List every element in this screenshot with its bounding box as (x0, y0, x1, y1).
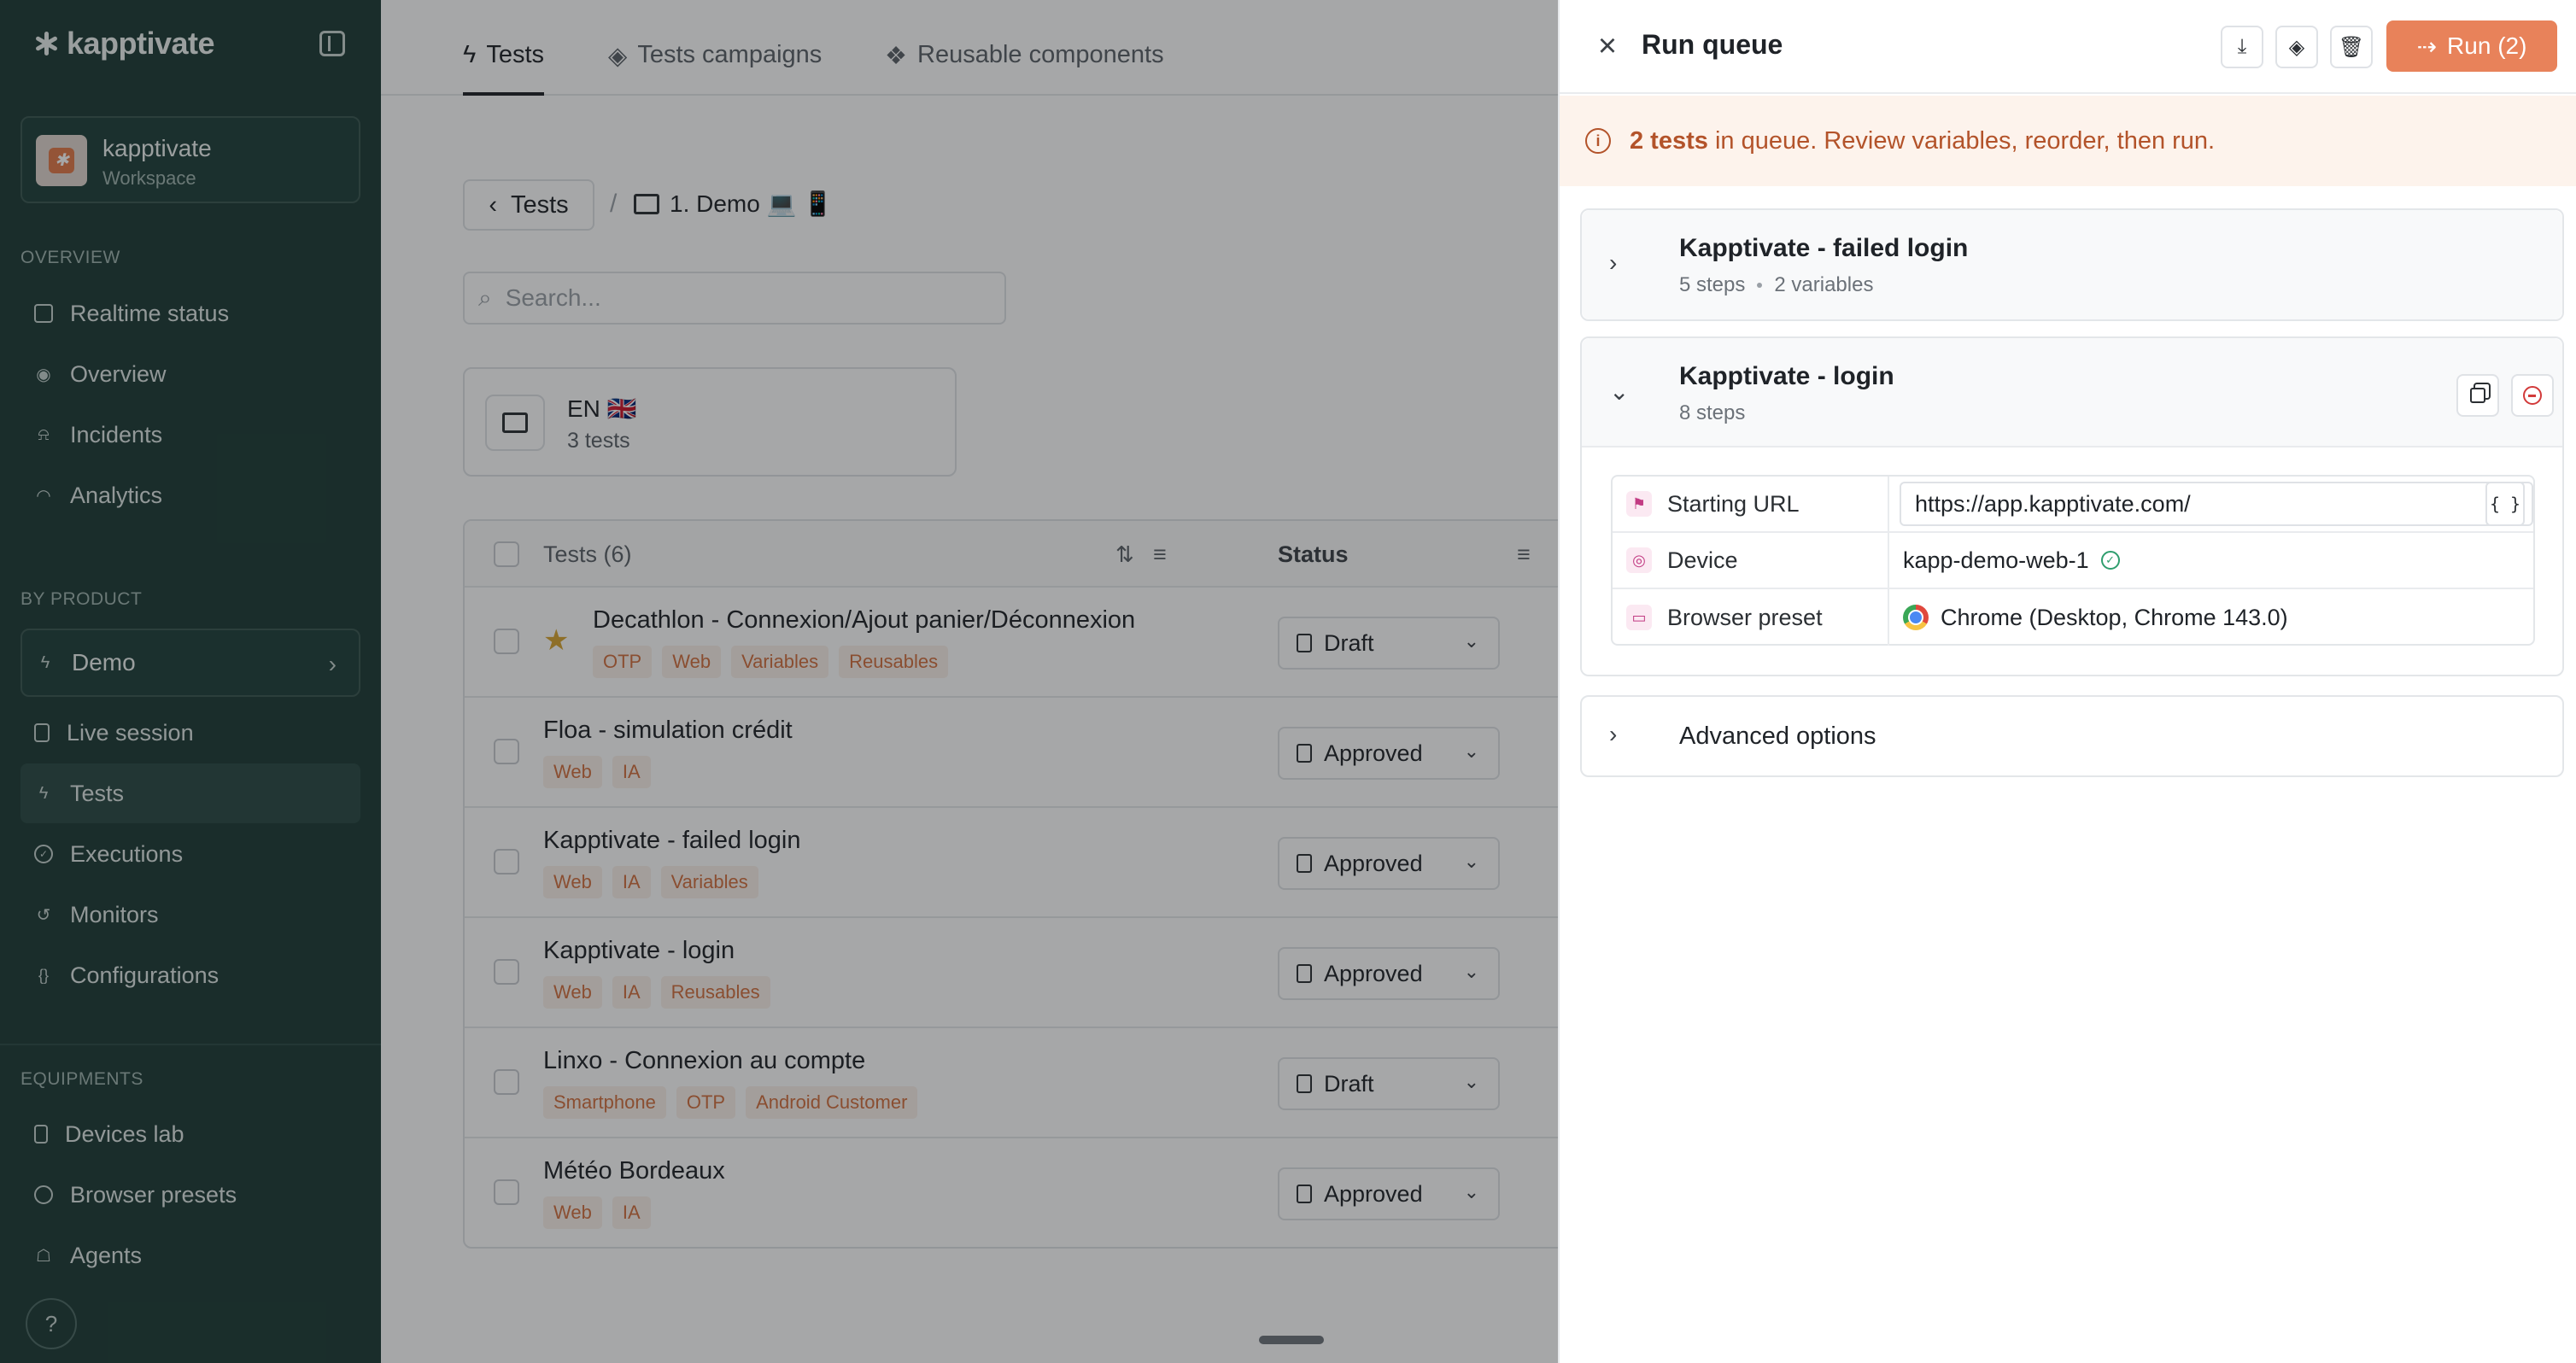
download-icon: ⤓ (2237, 35, 2247, 58)
run-queue-panel: × Run queue ⤓ ◈ 🗑 ⇢ Run (2) i 2 tests in… (1558, 0, 2576, 1363)
trash-icon: 🗑 (2338, 35, 2365, 59)
queue-item-meta: 5 steps 2 variables (1679, 273, 1873, 297)
duplicate-button[interactable] (2456, 374, 2499, 417)
separator-dot (1757, 283, 1763, 288)
check-circle-icon: ✓ (2100, 551, 2120, 570)
banner-count: 2 tests (1630, 126, 1708, 155)
variable-label-cell: ▭ Browser preset (1613, 589, 1889, 646)
globe-icon: ◎ (1626, 547, 1652, 573)
copy-icon (2470, 388, 2485, 403)
variable-row: ▭ Browser preset Chrome (Desktop, Chrome… (1613, 589, 2533, 646)
chevron-right-icon: › (1609, 721, 1618, 747)
monitor-icon: ▭ (1626, 605, 1652, 630)
modal-overlay[interactable] (0, 0, 1558, 1363)
variable-label: Browser preset (1667, 604, 1823, 630)
browser-preset-value: Chrome (Desktop, Chrome 143.0) (1941, 604, 2288, 630)
clear-queue-button[interactable]: 🗑 (2330, 26, 2373, 68)
chevron-right-icon[interactable]: › (1609, 249, 1617, 277)
variable-count: 2 variables (1774, 273, 1874, 296)
drag-handle[interactable] (1259, 1336, 1324, 1344)
step-count: 8 steps (1679, 401, 1746, 424)
step-count: 5 steps (1679, 273, 1746, 296)
variable-label-cell: ⚑ Starting URL (1613, 477, 1889, 531)
variables-table: ⚑ Starting URL https://app.kapptivate.co… (1611, 475, 2535, 646)
run-button[interactable]: ⇢ Run (2) (2386, 20, 2557, 72)
panel-title: Run queue (1642, 29, 1783, 60)
queue-item-title: Kapptivate - login (1679, 362, 1894, 390)
run-button-label: Run (2) (2447, 32, 2527, 59)
queue-item-header[interactable]: › Kapptivate - failed login 5 steps 2 va… (1582, 210, 2562, 319)
queue-item-header[interactable]: ⌄ Kapptivate - login 8 steps (1582, 338, 2562, 448)
info-icon: i (1585, 128, 1611, 154)
banner-text: 2 tests in queue. Review variables, reor… (1630, 127, 2215, 155)
variable-row: ⚑ Starting URL https://app.kapptivate.co… (1613, 477, 2533, 533)
run-icon: ⇢ (2416, 32, 2438, 60)
queue-item[interactable]: › Kapptivate - failed login 5 steps 2 va… (1580, 208, 2564, 321)
panel-header: × Run queue ⤓ ◈ 🗑 ⇢ Run (2) (1560, 0, 2576, 94)
minus-circle-icon (2523, 386, 2542, 405)
insert-variable-button[interactable]: { } (2485, 482, 2525, 526)
browser-preset-select[interactable]: Chrome (Desktop, Chrome 143.0) (1889, 589, 2533, 646)
variable-label: Device (1667, 547, 1738, 573)
layers-icon: ◈ (2288, 35, 2305, 59)
device-select[interactable]: kapp-demo-web-1 ✓ (1889, 533, 2533, 588)
layers-button[interactable]: ◈ (2275, 26, 2318, 68)
queue-item-meta: 8 steps (1679, 401, 1745, 425)
device-value: kapp-demo-web-1 (1903, 547, 2089, 573)
starting-url-input[interactable]: https://app.kapptivate.com/ (1900, 482, 2533, 526)
queue-info-banner: i 2 tests in queue. Review variables, re… (1560, 96, 2576, 186)
variable-row: ◎ Device kapp-demo-web-1 ✓ (1613, 533, 2533, 589)
chrome-icon (1903, 605, 1929, 630)
flag-icon: ⚑ (1626, 491, 1652, 517)
chevron-down-icon[interactable]: ⌄ (1609, 377, 1629, 406)
banner-message: in queue. Review variables, reorder, the… (1707, 126, 2216, 155)
variable-value-cell: https://app.kapptivate.com/ { } (1889, 477, 2533, 531)
variable-label: Starting URL (1667, 490, 1800, 517)
queue-item[interactable]: ⌄ Kapptivate - login 8 steps ⚑ Starting … (1580, 336, 2564, 676)
advanced-options-label: Advanced options (1679, 722, 1876, 750)
close-icon[interactable]: × (1590, 29, 1625, 63)
remove-from-queue-button[interactable] (2511, 374, 2554, 417)
download-button[interactable]: ⤓ (2221, 26, 2263, 68)
queue-item-title: Kapptivate - failed login (1679, 234, 1969, 262)
advanced-options-toggle[interactable]: › Advanced options (1580, 695, 2564, 777)
variable-label-cell: ◎ Device (1613, 533, 1889, 588)
